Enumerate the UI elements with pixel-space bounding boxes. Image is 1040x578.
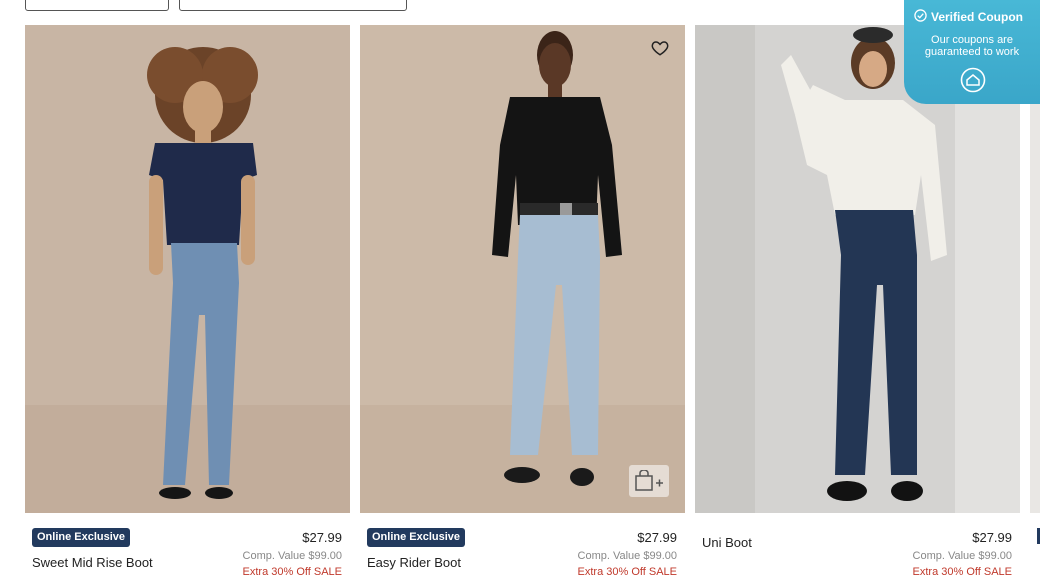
add-to-bag-icon[interactable] [629, 465, 669, 497]
sale-label: Extra 30% Off SALE [577, 566, 677, 578]
filter-dropdown-1[interactable] [25, 0, 169, 11]
coupon-title-text: Verified Coupon [931, 10, 1024, 24]
comp-value: Comp. Value $99.00 [912, 550, 1012, 562]
product-name[interactable]: Sweet Mid Rise Boot [32, 555, 153, 570]
product-price: $27.99 [972, 530, 1012, 545]
filter-dropdown-2[interactable] [179, 0, 407, 11]
online-exclusive-badge: Online Exclusive [32, 528, 131, 547]
coupon-line-1: Our coupons are [931, 34, 1013, 46]
comp-value: Comp. Value $99.00 [577, 550, 677, 562]
heart-icon[interactable] [651, 39, 669, 57]
check-circle-icon [914, 9, 927, 25]
home-logo-icon[interactable] [960, 67, 986, 93]
product-name[interactable]: Uni Boot [702, 535, 752, 550]
sale-label: Extra 30% Off SALE [242, 566, 342, 578]
sale-label: Extra 30% Off SALE [912, 566, 1012, 578]
coupon-subtitle: Our coupons are guaranteed to work [904, 34, 1040, 58]
product-image[interactable] [360, 25, 685, 513]
product-name[interactable]: Easy Rider Boot [367, 555, 461, 570]
coupon-line-2: guaranteed to work [924, 46, 1020, 58]
comp-value: Comp. Value $99.00 [242, 550, 342, 562]
coupon-title: Verified Coupon [914, 9, 1023, 25]
online-exclusive-badge: Online Exclusive [367, 528, 466, 547]
product-price: $27.99 [302, 530, 342, 545]
product-card[interactable]: Online Exclusive Sweet Mid Rise Boot $27… [25, 25, 350, 578]
verified-coupon-widget[interactable]: Verified Coupon Our coupons are guarante… [904, 0, 1040, 104]
product-card[interactable]: Online Exclusive Easy Rider Boot $27.99 … [360, 25, 685, 578]
product-image[interactable] [25, 25, 350, 513]
product-price: $27.99 [637, 530, 677, 545]
